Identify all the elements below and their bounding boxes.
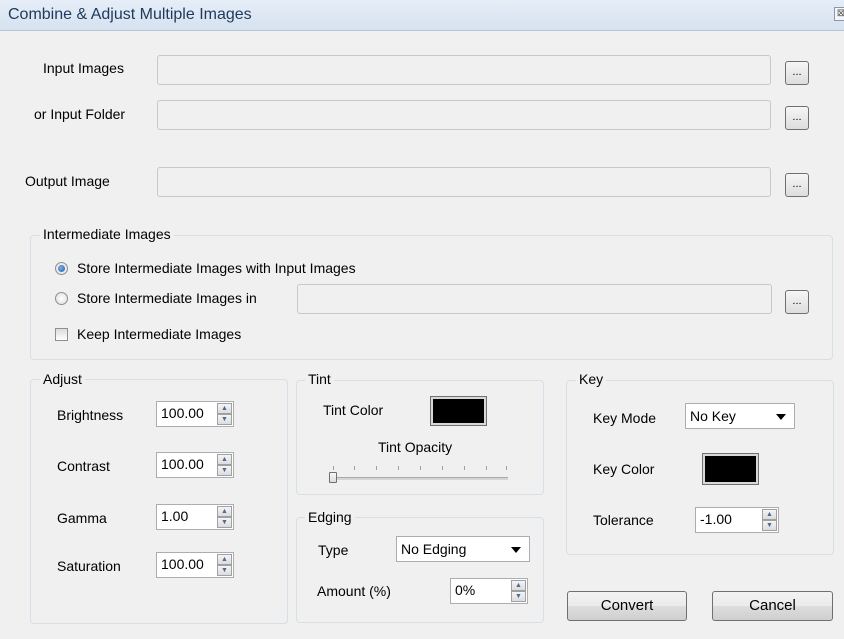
- contrast-value[interactable]: 100.00: [161, 456, 217, 472]
- keep-intermediate-label[interactable]: Keep Intermediate Images: [77, 326, 241, 342]
- store-in-label[interactable]: Store Intermediate Images in: [77, 290, 257, 306]
- tint-opacity-slider[interactable]: [326, 462, 510, 484]
- input-folder-field[interactable]: [157, 100, 771, 130]
- contrast-label: Contrast: [57, 458, 110, 474]
- input-folder-label: or Input Folder: [34, 106, 126, 122]
- gamma-label: Gamma: [57, 510, 107, 526]
- chevron-down-icon[interactable]: [776, 414, 786, 420]
- adjust-legend: Adjust: [40, 371, 85, 387]
- spin-down-icon[interactable]: ▼: [217, 465, 232, 476]
- input-folder-browse-button[interactable]: ...: [785, 106, 809, 130]
- gamma-spinner[interactable]: 1.00 ▲ ▼: [156, 504, 234, 530]
- edging-amount-label: Amount (%): [317, 583, 391, 599]
- key-color-label: Key Color: [593, 461, 655, 477]
- slider-tick: [506, 466, 507, 470]
- contrast-spinner[interactable]: 100.00 ▲ ▼: [156, 452, 234, 478]
- spin-up-icon[interactable]: ▲: [217, 506, 232, 517]
- tolerance-value[interactable]: -1.00: [700, 511, 762, 527]
- intermediate-images-legend: Intermediate Images: [40, 226, 174, 242]
- spin-up-icon[interactable]: ▲: [511, 580, 526, 591]
- tint-opacity-label: Tint Opacity: [378, 439, 453, 455]
- spin-down-icon[interactable]: ▼: [217, 414, 232, 425]
- tint-color-swatch[interactable]: [430, 396, 487, 426]
- slider-tick: [486, 466, 487, 470]
- key-mode-dropdown[interactable]: No Key: [685, 403, 795, 429]
- brightness-label: Brightness: [57, 407, 124, 423]
- brightness-spinner[interactable]: 100.00 ▲ ▼: [156, 401, 234, 427]
- tint-legend: Tint: [305, 371, 334, 387]
- spin-up-icon[interactable]: ▲: [217, 454, 232, 465]
- slider-thumb[interactable]: [329, 472, 337, 483]
- spin-down-icon[interactable]: ▼: [217, 565, 232, 576]
- spin-down-icon[interactable]: ▼: [511, 591, 526, 602]
- keep-intermediate-checkbox[interactable]: [55, 328, 68, 341]
- close-icon[interactable]: ⊠: [834, 7, 844, 21]
- tolerance-spinner[interactable]: -1.00 ▲ ▼: [695, 507, 779, 533]
- tolerance-label: Tolerance: [593, 512, 654, 528]
- gamma-value[interactable]: 1.00: [161, 508, 217, 524]
- slider-tick: [376, 466, 377, 470]
- slider-track: [330, 477, 508, 480]
- input-images-browse-button[interactable]: ...: [785, 61, 809, 85]
- key-color-swatch[interactable]: [702, 453, 759, 485]
- window-title: Combine & Adjust Multiple Images: [8, 6, 252, 23]
- store-with-input-label[interactable]: Store Intermediate Images with Input Ima…: [77, 260, 356, 276]
- title-bar: Combine & Adjust Multiple Images ⊠: [0, 0, 844, 31]
- edging-type-dropdown[interactable]: No Edging: [396, 536, 530, 562]
- store-with-input-radio[interactable]: [55, 262, 68, 275]
- convert-button[interactable]: Convert: [567, 591, 687, 621]
- output-image-label: Output Image: [25, 173, 110, 189]
- tint-color-label: Tint Color: [323, 402, 384, 418]
- saturation-value[interactable]: 100.00: [161, 556, 217, 572]
- edging-amount-spinner[interactable]: 0% ▲ ▼: [450, 578, 528, 604]
- saturation-label: Saturation: [57, 558, 121, 574]
- spin-up-icon[interactable]: ▲: [217, 403, 232, 414]
- edging-group: [296, 517, 544, 623]
- edging-type-value[interactable]: No Edging: [401, 541, 466, 557]
- brightness-value[interactable]: 100.00: [161, 405, 217, 421]
- spin-down-icon[interactable]: ▼: [217, 517, 232, 528]
- store-in-field[interactable]: [297, 284, 772, 314]
- slider-tick: [333, 466, 334, 470]
- spin-up-icon[interactable]: ▲: [762, 509, 777, 520]
- key-legend: Key: [576, 371, 607, 387]
- spin-down-icon[interactable]: ▼: [762, 520, 777, 531]
- slider-tick: [354, 466, 355, 470]
- slider-tick: [420, 466, 421, 470]
- store-in-browse-button[interactable]: ...: [785, 290, 809, 314]
- output-image-field[interactable]: [157, 167, 771, 197]
- chevron-down-icon[interactable]: [511, 547, 521, 553]
- key-mode-label: Key Mode: [593, 410, 657, 426]
- edging-amount-value[interactable]: 0%: [455, 582, 511, 598]
- edging-type-label: Type: [318, 542, 349, 558]
- input-images-label: Input Images: [43, 60, 124, 76]
- saturation-spinner[interactable]: 100.00 ▲ ▼: [156, 552, 234, 578]
- input-images-field[interactable]: [157, 55, 771, 85]
- key-mode-value[interactable]: No Key: [690, 408, 736, 424]
- slider-tick: [442, 466, 443, 470]
- cancel-button[interactable]: Cancel: [712, 591, 833, 621]
- slider-tick: [464, 466, 465, 470]
- edging-legend: Edging: [305, 509, 355, 525]
- slider-tick: [398, 466, 399, 470]
- store-in-radio[interactable]: [55, 292, 68, 305]
- output-image-browse-button[interactable]: ...: [785, 173, 809, 197]
- spin-up-icon[interactable]: ▲: [217, 554, 232, 565]
